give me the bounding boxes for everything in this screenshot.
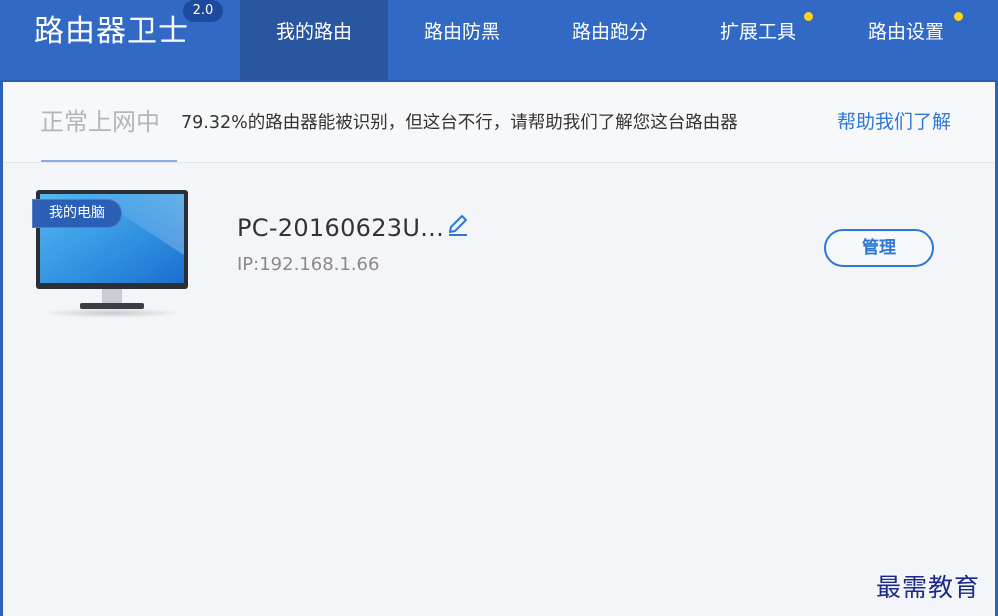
watermark-text: 最需教育 [876, 573, 981, 602]
notification-dot [954, 12, 963, 21]
tab-label: 扩展工具 [719, 21, 796, 43]
help-us-link[interactable]: 帮助我们了解 [837, 109, 951, 135]
my-computer-badge: 我的电脑 [32, 199, 122, 228]
tab-label: 路由设置 [867, 21, 944, 43]
tab-label: 路由跑分 [571, 21, 648, 43]
app-title: 路由器卫士 [34, 14, 189, 49]
device-ip: IP:192.168.1.66 [237, 254, 380, 275]
status-message: 79.32%的路由器能被识别，但这台不行，请帮助我们了解您这台路由器 [181, 113, 738, 133]
notification-dot [804, 12, 813, 21]
status-bar: 正常上网中 79.32%的路由器能被识别，但这台不行，请帮助我们了解您这台路由器… [3, 82, 995, 163]
tab-extension-tools[interactable]: 扩展工具 [684, 0, 832, 80]
tab-label: 我的路由 [275, 21, 352, 43]
tab-router-settings[interactable]: 路由设置 [832, 0, 980, 80]
tab-my-router[interactable]: 我的路由 [240, 0, 388, 80]
edit-pencil-icon[interactable] [445, 212, 471, 238]
header-bar: 路由器卫士 2.0 我的路由 路由防黑 路由跑分 扩展工具 路由设置 [0, 0, 998, 82]
version-badge: 2.0 [183, 0, 223, 22]
connection-status: 正常上网中 [40, 108, 160, 136]
tab-label: 路由防黑 [423, 21, 500, 43]
tab-benchmark[interactable]: 路由跑分 [536, 0, 684, 80]
device-name: PC-20160623U... [237, 214, 444, 242]
manage-button[interactable]: 管理 [824, 229, 934, 267]
status-underline [41, 160, 177, 162]
tab-anti-hack[interactable]: 路由防黑 [388, 0, 536, 80]
computer-icon: 我的电脑 [30, 185, 200, 320]
